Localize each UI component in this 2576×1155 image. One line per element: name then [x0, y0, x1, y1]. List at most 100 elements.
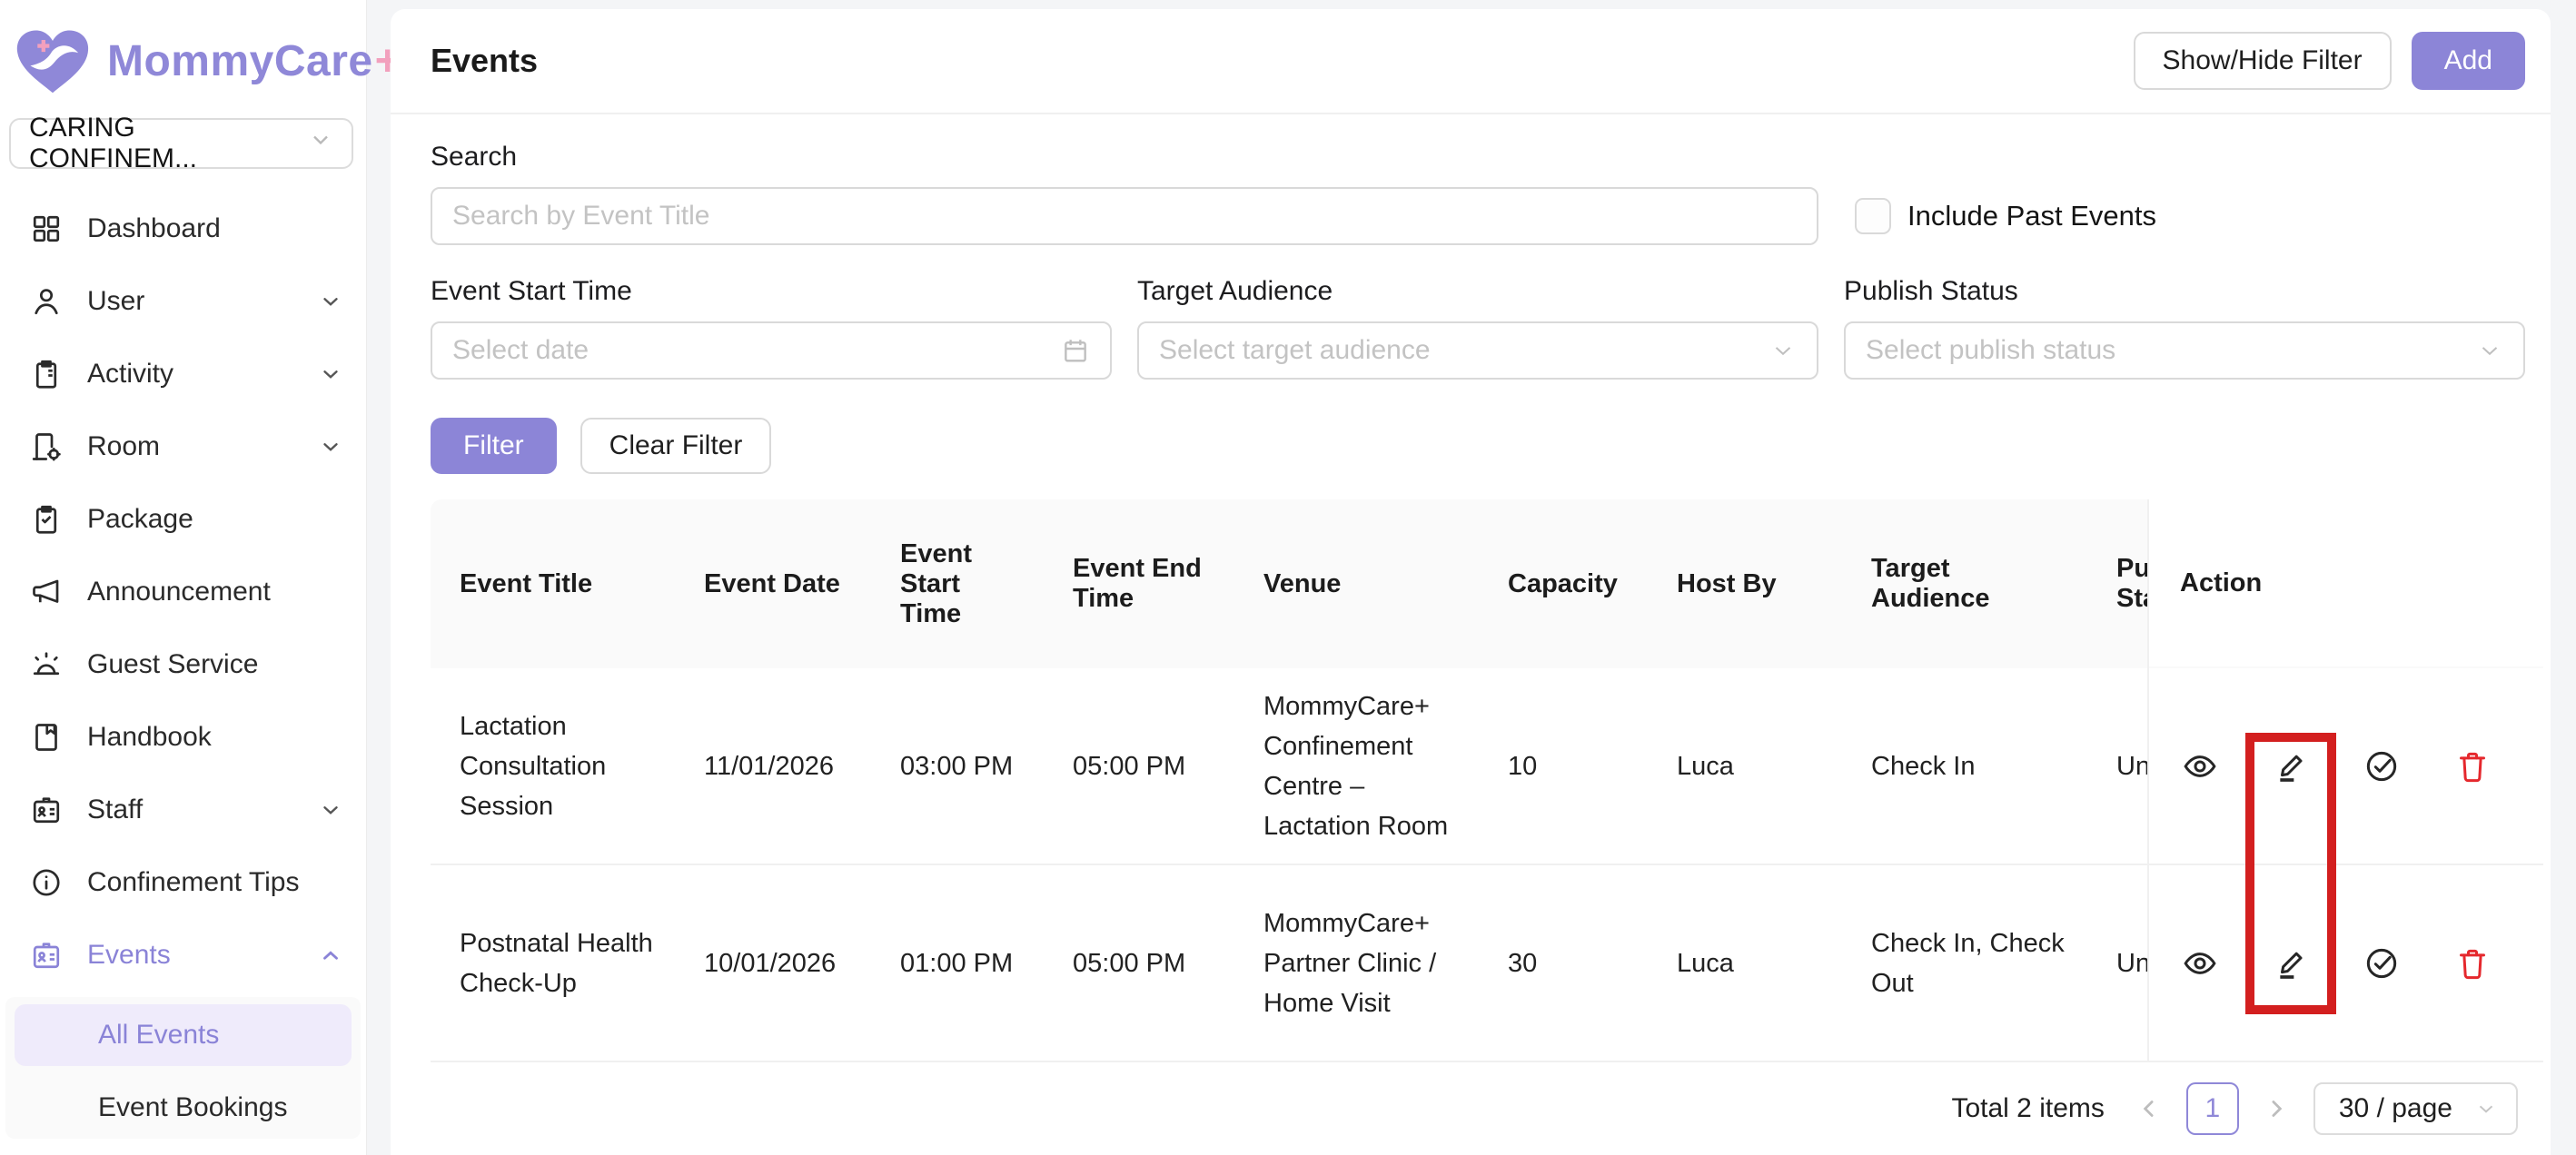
heart-hand-logo-icon [13, 24, 93, 98]
cell-event-date: 10/01/2026 [675, 865, 871, 1061]
pagination: Total 2 items 1 30 / page [391, 1082, 2518, 1135]
company-selector-value: CARING CONFINEM... [29, 113, 308, 174]
sidebar-item-guest-service[interactable]: Guest Service [0, 628, 366, 701]
date-picker-placeholder: Select date [452, 335, 589, 366]
sidebar-item-announcement[interactable]: Announcement [0, 556, 366, 628]
cell-end-time: 05:00 PM [1044, 668, 1234, 864]
sidebar-item-staff[interactable]: Staff [0, 774, 366, 846]
activity-icon [29, 357, 64, 391]
delete-trash-icon[interactable] [2452, 746, 2492, 786]
room-icon [29, 429, 64, 464]
include-past-events-label: Include Past Events [1907, 200, 2156, 232]
chevron-down-icon [2476, 337, 2503, 364]
chevron-up-icon [319, 943, 342, 967]
view-eye-icon[interactable] [2180, 746, 2220, 786]
event-start-time-date-picker[interactable]: Select date [431, 321, 1112, 380]
target-audience-placeholder: Select target audience [1159, 335, 1431, 366]
sidebar-item-label: Handbook [87, 722, 342, 753]
calendar-icon [1061, 336, 1090, 365]
sidebar-item-confinement-tips[interactable]: Confinement Tips [0, 846, 366, 919]
action-fixed-column: Action [2147, 499, 2543, 1062]
staff-icon [29, 793, 64, 827]
column-header-event-date: Event Date [675, 499, 871, 668]
submenu-item-event-bookings[interactable]: Event Bookings [15, 1077, 352, 1139]
handbook-icon [29, 720, 64, 755]
publish-status-placeholder: Select publish status [1866, 335, 2115, 366]
cell-capacity: 30 [1479, 865, 1648, 1061]
sidebar-item-label: Package [87, 504, 342, 535]
chevron-down-icon [308, 127, 333, 160]
sidebar-item-user[interactable]: User [0, 265, 366, 338]
search-input[interactable] [431, 187, 1818, 245]
company-selector[interactable]: CARING CONFINEM... [9, 118, 353, 169]
sidebar-item-label: Announcement [87, 577, 342, 607]
action-cell-row-2 [2149, 865, 2543, 1062]
brand-logo: MommyCare+ [0, 0, 366, 114]
page-size-select[interactable]: 30 / page [2313, 1082, 2518, 1135]
next-page-icon[interactable] [2257, 1095, 2295, 1122]
cell-start-time: 03:00 PM [871, 668, 1044, 864]
edit-pencil-icon[interactable] [2271, 746, 2311, 786]
events-table: Event Title Event Date Event Start Time … [431, 499, 2543, 1062]
page-size-value: 30 / page [2339, 1093, 2452, 1124]
sidebar-item-label: Activity [87, 359, 319, 390]
sidebar-item-dashboard[interactable]: Dashboard [0, 192, 366, 265]
guest-service-icon [29, 647, 64, 682]
target-audience-label: Target Audience [1137, 276, 1818, 307]
cell-venue: MommyCare+ Confinement Centre – Lactatio… [1234, 668, 1479, 864]
clear-filter-button[interactable]: Clear Filter [580, 418, 772, 474]
cell-host-by: Luca [1648, 668, 1842, 864]
column-header-event-title: Event Title [431, 499, 675, 668]
card-header: Events Show/Hide Filter Add [391, 9, 2551, 114]
cell-target-audience: Check In [1842, 668, 2087, 864]
previous-page-icon[interactable] [2130, 1095, 2168, 1122]
column-header-venue: Venue [1234, 499, 1479, 668]
column-header-capacity: Capacity [1479, 499, 1648, 668]
publish-check-circle-icon[interactable] [2362, 943, 2402, 983]
edit-pencil-icon[interactable] [2271, 943, 2311, 983]
publish-status-select[interactable]: Select publish status [1844, 321, 2525, 380]
action-cell-row-1 [2149, 668, 2543, 865]
submenu-item-label: Event Bookings [98, 1092, 287, 1123]
sidebar-item-package[interactable]: Package [0, 483, 366, 556]
user-icon [29, 284, 64, 319]
sidebar-menu: Dashboard User Activity Room Package Ann… [0, 192, 366, 1139]
filter-button[interactable]: Filter [431, 418, 557, 474]
chevron-down-icon [319, 362, 342, 386]
column-header-event-end-time: Event End Time [1044, 499, 1234, 668]
sidebar-item-handbook[interactable]: Handbook [0, 701, 366, 774]
add-button[interactable]: Add [2412, 32, 2525, 90]
events-icon [29, 938, 64, 972]
sidebar-item-room[interactable]: Room [0, 410, 366, 483]
cell-target-audience: Check In, Check Out [1842, 865, 2087, 1061]
chevron-down-icon [319, 435, 342, 459]
column-header-target-audience: Target Audience [1842, 499, 2087, 668]
submenu-item-label: All Events [98, 1020, 219, 1051]
info-icon [29, 865, 64, 900]
view-eye-icon[interactable] [2180, 943, 2220, 983]
submenu-item-all-events[interactable]: All Events [15, 1004, 352, 1066]
sidebar-item-events[interactable]: Events [0, 919, 366, 992]
column-header-host-by: Host By [1648, 499, 1842, 668]
announcement-icon [29, 575, 64, 609]
package-icon [29, 502, 64, 537]
page-title: Events [431, 42, 538, 80]
sidebar-item-label: Staff [87, 795, 319, 825]
sidebar-item-label: Confinement Tips [87, 867, 342, 898]
show-hide-filter-button[interactable]: Show/Hide Filter [2134, 32, 2392, 90]
sidebar: MommyCare+ CARING CONFINEM... Dashboard … [0, 0, 367, 1155]
chevron-down-icon [319, 798, 342, 822]
publish-check-circle-icon[interactable] [2362, 746, 2402, 786]
sidebar-item-label: Room [87, 431, 319, 462]
page-number-button[interactable]: 1 [2186, 1082, 2239, 1135]
column-header-event-start-time: Event Start Time [871, 499, 1044, 668]
target-audience-select[interactable]: Select target audience [1137, 321, 1818, 380]
include-past-events-checkbox-group[interactable]: Include Past Events [1855, 198, 2156, 234]
include-past-events-checkbox[interactable] [1855, 198, 1891, 234]
sidebar-item-label: Dashboard [87, 213, 342, 244]
sidebar-item-activity[interactable]: Activity [0, 338, 366, 410]
delete-trash-icon[interactable] [2452, 943, 2492, 983]
cell-event-date: 11/01/2026 [675, 668, 871, 864]
chevron-down-icon [319, 290, 342, 313]
sidebar-item-label: User [87, 286, 319, 317]
